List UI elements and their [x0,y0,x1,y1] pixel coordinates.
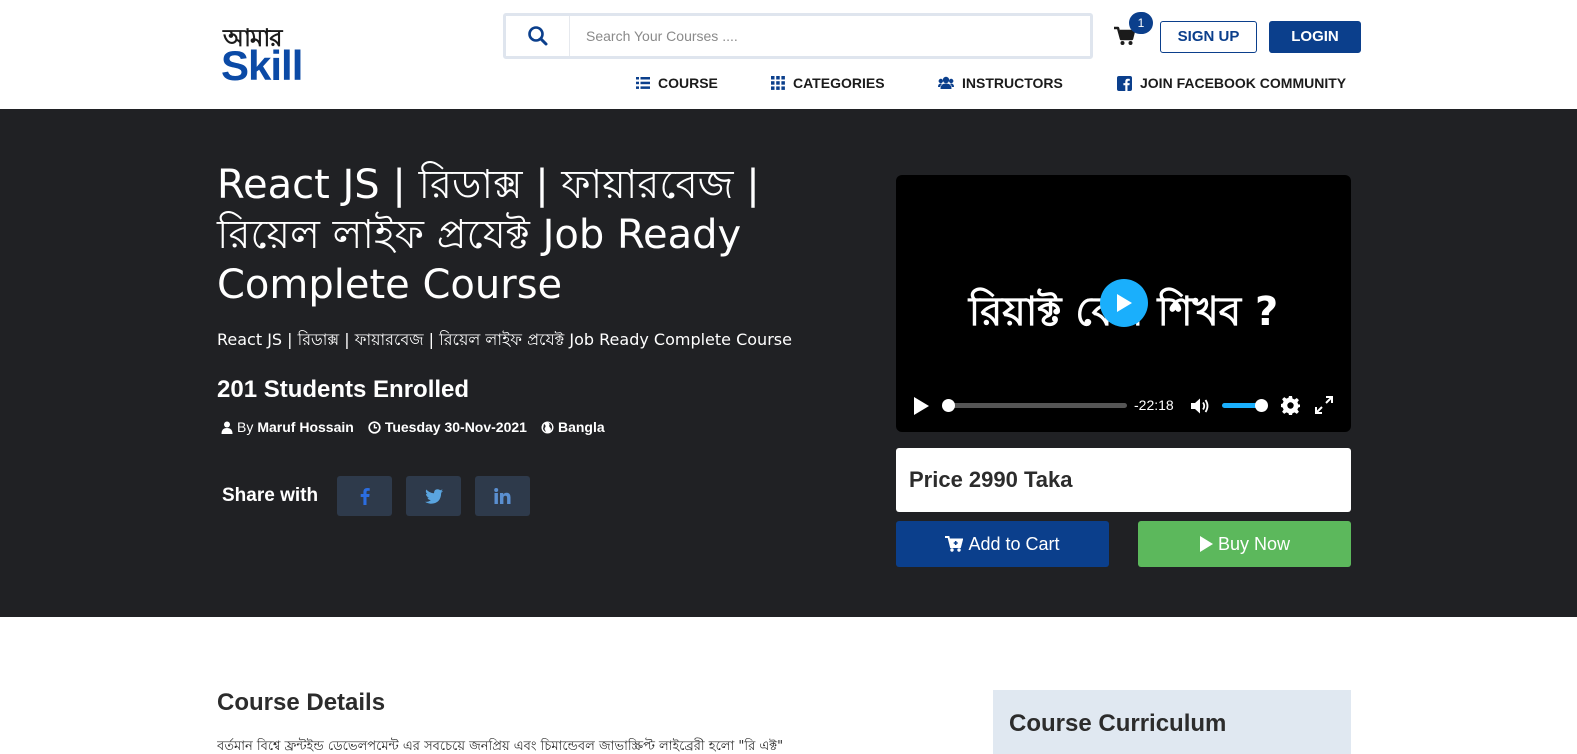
volume-slider-handle[interactable] [1255,399,1268,412]
publish-date: Tuesday 30-Nov-2021 [384,419,527,435]
nav-instructors[interactable]: INSTRUCTORS [938,72,1063,94]
search-icon[interactable] [526,24,550,48]
linkedin-icon [494,488,511,504]
cart-plus-icon [945,536,964,552]
users-icon [938,76,954,89]
buy-now-button[interactable]: Buy Now [1138,521,1351,567]
nav-course[interactable]: COURSE [636,72,718,94]
settings-gear-icon[interactable] [1281,396,1300,415]
nav-categories-label: CATEGORIES [793,75,885,91]
nav-categories[interactable]: CATEGORIES [771,72,885,94]
course-curriculum-panel: Course Curriculum [993,690,1351,754]
play-icon [1117,294,1132,312]
facebook-icon [1117,75,1132,91]
cart-count-badge: 1 [1129,12,1153,34]
site-logo[interactable]: আমার Skill [221,20,321,89]
course-meta: By Maruf Hossain Tuesday 30-Nov-2021 Ban… [221,419,619,435]
login-button[interactable]: LOGIN [1269,21,1361,53]
video-progress-handle[interactable] [942,399,955,412]
site-header: আমার Skill 1 SIGN UP LOGIN COURSE CATE [0,0,1577,109]
globe-icon [541,421,554,433]
course-price: Price 2990 Taka [896,448,1351,512]
signup-button[interactable]: SIGN UP [1160,21,1257,53]
course-title: React JS | রিডাক্স | ফায়ারবেজ | রিয়েল … [217,162,760,308]
logo-skill-text: Skill [221,42,303,89]
nav-facebook-community[interactable]: JOIN FACEBOOK COMMUNITY [1117,72,1346,94]
add-to-cart-button[interactable]: Add to Cart [896,521,1109,567]
play-icon [1199,536,1213,552]
video-progress-track[interactable] [944,403,1127,408]
course-details-text: বর্তমান বিশ্বে ফ্রন্টইন্ড ডেভেলপমেন্ট এর… [217,739,784,754]
fullscreen-icon[interactable] [1315,396,1333,414]
facebook-f-icon [360,488,370,505]
video-time-remaining: -22:18 [1134,397,1174,413]
course-preview-video[interactable]: রিয়াক্ট কেন শিখব ? -22:18 [896,175,1351,432]
nav-course-label: COURSE [658,75,718,91]
by-label: By [237,419,254,435]
course-subtitle: React JS | রিডাক্স | ফায়ারবেজ | রিয়েল … [217,330,792,349]
date-meta: Tuesday 30-Nov-2021 [368,419,527,435]
search-divider [569,16,570,56]
buy-now-label: Buy Now [1217,533,1291,554]
volume-icon[interactable] [1190,397,1210,415]
share-linkedin-button[interactable] [475,476,530,516]
video-big-play-button[interactable] [1100,279,1148,327]
course-hero: React JS | রিডাক্স | ফায়ারবেজ | রিয়েল … [0,109,1577,617]
author-meta: By Maruf Hossain [221,419,354,435]
course-details-heading: Course Details [217,689,386,716]
nav-instructors-label: INSTRUCTORS [962,75,1063,91]
nav-facebook-label: JOIN FACEBOOK COMMUNITY [1140,75,1347,91]
clock-icon [368,420,381,434]
play-control-icon[interactable] [912,397,930,415]
course-language: Bangla [557,419,605,435]
grid-icon [771,76,785,90]
author-name[interactable]: Maruf Hossain [257,419,353,435]
students-enrolled: 201 Students Enrolled [217,376,470,403]
share-facebook-button[interactable] [337,476,392,516]
course-curriculum-heading: Course Curriculum [1009,710,1227,737]
twitter-icon [424,488,443,504]
share-twitter-button[interactable] [406,476,461,516]
language-meta: Bangla [541,419,605,435]
list-icon [636,77,650,89]
user-icon [221,421,233,434]
add-to-cart-label: Add to Cart [968,533,1060,554]
search-bar [503,13,1093,59]
search-input[interactable] [572,16,1090,56]
share-label: Share with [222,485,319,506]
